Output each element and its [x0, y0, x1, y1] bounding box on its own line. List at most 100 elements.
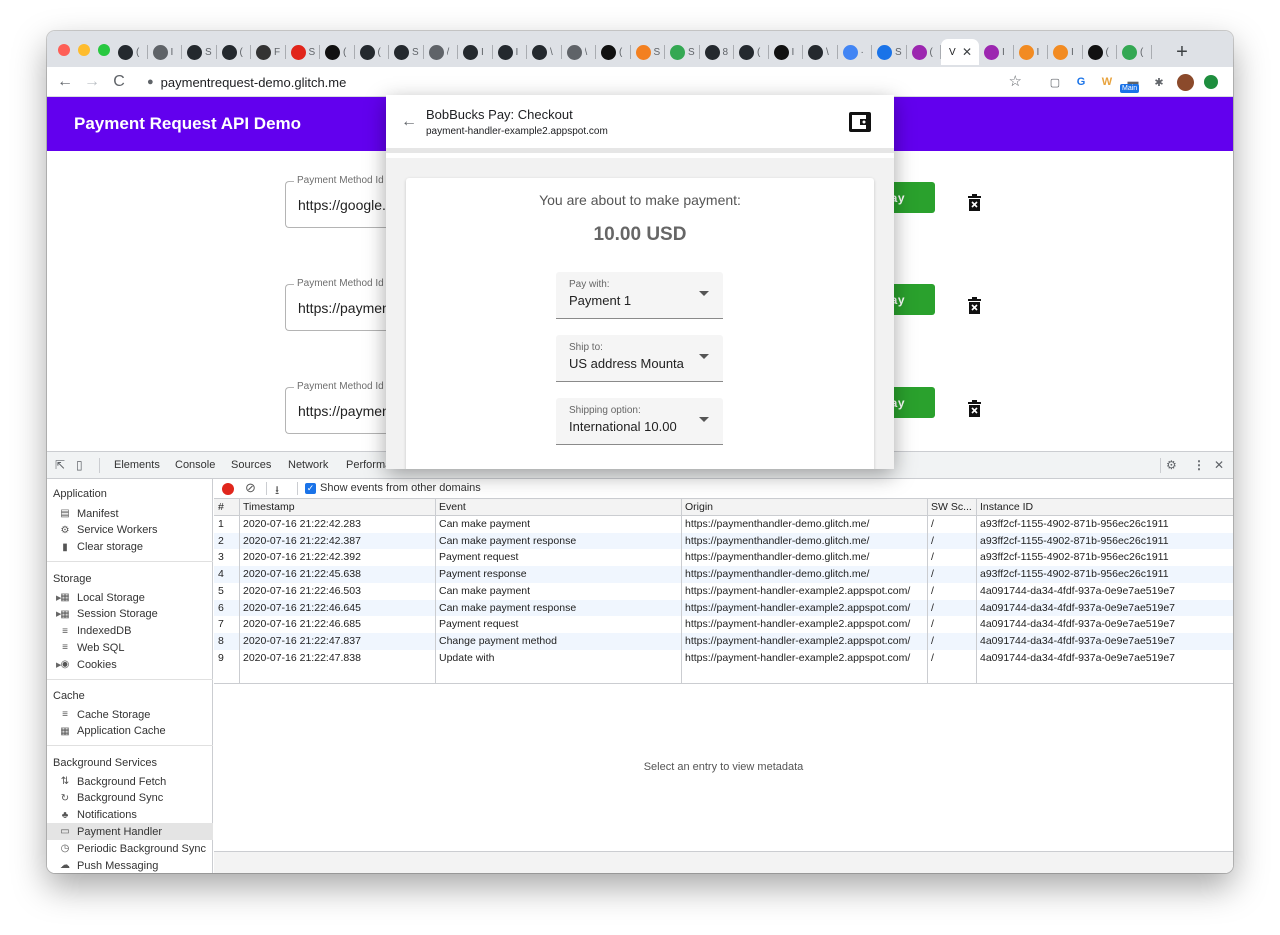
back-icon[interactable]: ←	[55, 72, 75, 92]
pay-with-select[interactable]: Pay with: Payment 1	[556, 272, 723, 319]
tab-performance[interactable]: Performa	[346, 459, 391, 471]
browser-tab[interactable]: (	[1083, 39, 1118, 65]
sidebar-item-push-messaging[interactable]: ☁ Push Messaging	[47, 857, 213, 873]
record-button[interactable]	[222, 483, 234, 495]
folder-extension-icon[interactable]: ▬ Main	[1120, 73, 1142, 93]
browser-tab[interactable]: S	[389, 39, 424, 65]
browser-tab[interactable]: S	[665, 39, 700, 65]
column-header[interactable]: SW Sc...	[931, 499, 974, 516]
ship-to-select[interactable]: Ship to: US address Mountain View	[556, 335, 723, 382]
bookmark-star-icon[interactable]: ☆	[1009, 72, 1022, 90]
browser-tab[interactable]: ·	[838, 39, 873, 65]
sidebar-item-cookies[interactable]: ▶ ◉ Cookies	[47, 656, 213, 673]
table-cell: a93ff2cf-1155-4902-871b-956ec26c1911	[980, 568, 1169, 581]
lock-icon: ●	[147, 76, 154, 88]
sidebar-item-application-cache[interactable]: ▦ Application Cache	[47, 723, 213, 740]
delete-icon[interactable]	[967, 400, 982, 417]
browser-tab[interactable]: (	[113, 39, 148, 65]
sidebar-item-indexeddb[interactable]: ≡ IndexedDB	[47, 623, 213, 640]
zoom-window-button[interactable]	[98, 44, 110, 56]
browser-tab[interactable]: (	[320, 39, 355, 65]
sidebar-item-service-workers[interactable]: ⚙ Service Workers	[47, 522, 213, 539]
sidebar-item-label: Clear storage	[77, 541, 144, 554]
tab-elements[interactable]: Elements	[114, 459, 160, 471]
sidebar-item-notifications[interactable]: ♣ Notifications	[47, 807, 213, 824]
browser-tab[interactable]: (	[355, 39, 390, 65]
copy-extension-icon[interactable]: ▢	[1046, 73, 1064, 91]
payment-method-field-2[interactable]: Payment Method Id https://paymen	[285, 278, 395, 331]
browser-tab[interactable]: I	[1048, 39, 1083, 65]
close-window-button[interactable]	[58, 44, 70, 56]
new-tab-button[interactable]: +	[1172, 39, 1192, 65]
settings-gear-icon[interactable]: ⚙	[1166, 458, 1177, 472]
update-icon[interactable]	[1202, 73, 1220, 91]
show-other-domains-checkbox[interactable]: ✓	[305, 483, 316, 494]
delete-icon[interactable]	[967, 297, 982, 314]
sidebar-item-session-storage[interactable]: ▶ ▦ Session Storage	[47, 606, 213, 623]
sidebar-item-web-sql[interactable]: ≡ Web SQL	[47, 639, 213, 656]
sidebar-item-background-fetch[interactable]: ⇅ Background Fetch	[47, 773, 213, 790]
close-tab-icon[interactable]: ✕	[962, 45, 972, 59]
sidebar-item-payment-handler[interactable]: ▭ Payment Handler	[47, 823, 213, 841]
payment-method-field-3[interactable]: Payment Method Id https://paymen	[285, 381, 395, 434]
payment-method-field-1[interactable]: Payment Method Id https://google.	[285, 175, 395, 228]
browser-tab[interactable]: S	[286, 39, 321, 65]
column-header[interactable]: Event	[439, 499, 679, 516]
column-header[interactable]: #	[218, 499, 237, 516]
browser-tab[interactable]: (	[596, 39, 631, 65]
browser-tab[interactable]: (	[1117, 39, 1152, 65]
profile-avatar[interactable]	[1176, 73, 1194, 91]
browser-tab[interactable]: F	[251, 39, 286, 65]
more-options-icon[interactable]: ⋮	[1193, 458, 1205, 472]
device-toolbar-icon[interactable]: ▯	[76, 458, 83, 472]
sidebar-item-local-storage[interactable]: ▶ ▦ Local Storage	[47, 589, 213, 606]
column-header[interactable]: Instance ID	[980, 499, 1231, 516]
window-controls	[58, 44, 110, 56]
sidebar-item-manifest[interactable]: ▤ Manifest	[47, 505, 213, 522]
delete-icon[interactable]	[967, 194, 982, 211]
back-arrow-icon[interactable]: ←	[401, 113, 417, 131]
browser-tab[interactable]: \	[562, 39, 597, 65]
sidebar-item-background-sync[interactable]: ↻ Background Sync	[47, 790, 213, 807]
tab-network[interactable]: Network	[288, 459, 328, 471]
browser-tab[interactable]: I	[148, 39, 183, 65]
grammar-extension-icon[interactable]: G	[1072, 73, 1090, 91]
browser-tab[interactable]: S	[631, 39, 666, 65]
w-extension-icon[interactable]: W	[1098, 73, 1116, 91]
inspect-element-icon[interactable]: ⇱	[55, 458, 65, 472]
sidebar-item-periodic-background-sync[interactable]: ◷ Periodic Background Sync	[47, 840, 213, 857]
browser-tab[interactable]: (	[734, 39, 769, 65]
column-header[interactable]: Timestamp	[243, 499, 433, 516]
browser-tab[interactable]: \	[803, 39, 838, 65]
reload-icon[interactable]: C	[109, 72, 129, 92]
shipping-option-select[interactable]: Shipping option: International 10.00	[556, 398, 723, 445]
tab-console[interactable]: Console	[175, 459, 215, 471]
forward-icon[interactable]: →	[82, 72, 102, 92]
browser-tab[interactable]: (	[907, 39, 942, 65]
sidebar-item-cache-storage[interactable]: ≡ Cache Storage	[47, 706, 213, 723]
browser-tab[interactable]: I	[1014, 39, 1049, 65]
cache-storage-icon: ≡	[62, 709, 68, 720]
browser-tab[interactable]: \	[527, 39, 562, 65]
browser-tab[interactable]: 8	[700, 39, 735, 65]
browser-tab[interactable]: S	[872, 39, 907, 65]
browser-tab[interactable]: (	[217, 39, 252, 65]
browser-tab[interactable]: I	[458, 39, 493, 65]
column-header[interactable]: Origin	[685, 499, 925, 516]
browser-tab[interactable]: I	[493, 39, 528, 65]
browser-tab[interactable]: V ✕	[941, 39, 979, 65]
sidebar-item-clear-storage[interactable]: ▮ Clear storage	[47, 539, 213, 556]
table-cell: /	[931, 568, 934, 581]
minimize-window-button[interactable]	[78, 44, 90, 56]
address-bar[interactable]: ● paymentrequest-demo.glitch.me ☆	[139, 70, 1034, 94]
tab-title: I	[1002, 46, 1005, 58]
close-devtools-icon[interactable]: ✕	[1214, 458, 1224, 472]
browser-tab[interactable]: I	[979, 39, 1014, 65]
puzzle-extensions-icon[interactable]: ✱	[1150, 73, 1168, 91]
browser-tab[interactable]: I	[769, 39, 804, 65]
tab-sources[interactable]: Sources	[231, 459, 271, 471]
browser-tab[interactable]: /	[424, 39, 459, 65]
browser-tab[interactable]: S	[182, 39, 217, 65]
glitch-icon	[670, 44, 685, 60]
clear-icon[interactable]: ⊘	[245, 480, 256, 496]
